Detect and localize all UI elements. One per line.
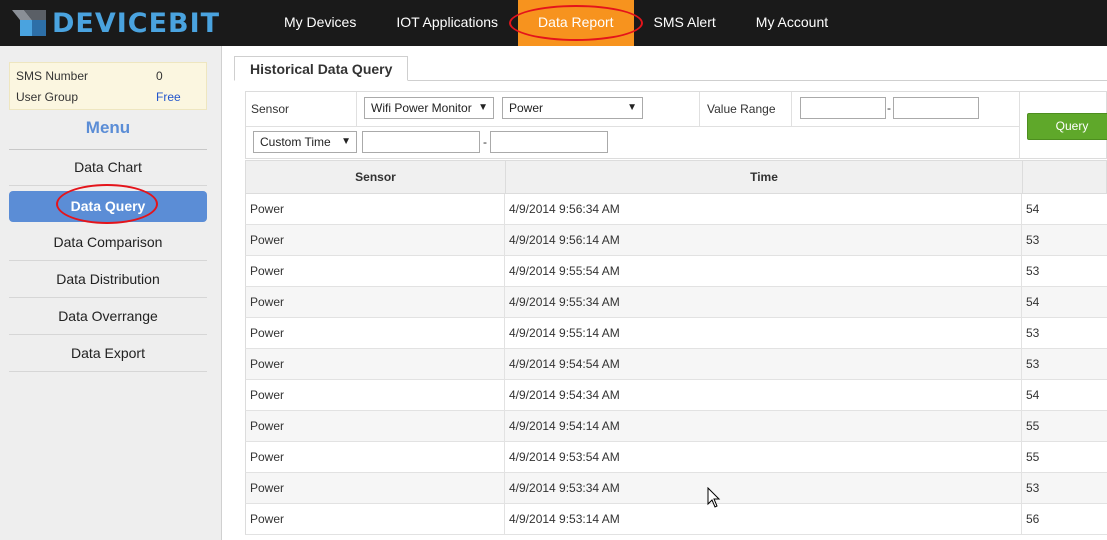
filter-divider [246,126,1020,127]
brand-name: DEVICEBIT [52,7,221,39]
table-row: Power 4/9/2014 9:54:54 AM 53 [245,349,1107,380]
devicebit-logo-icon [12,10,46,36]
cell-value: 53 [1026,326,1040,340]
cell-time: 4/9/2014 9:55:54 AM [505,256,1022,286]
table-row: Power 4/9/2014 9:56:14 AM 53 [245,225,1107,256]
cell-value: 53 [1026,481,1040,495]
cell-sensor: Power [246,380,505,410]
cell-time: 4/9/2014 9:55:34 AM [505,287,1022,317]
nav-my-account[interactable]: My Account [736,0,848,46]
user-group-label: User Group [16,90,79,104]
range-dash: - [887,101,891,115]
value-range-label: Value Range [707,102,776,116]
column-header-sensor[interactable]: Sensor [246,161,506,193]
device-select[interactable]: Wifi Power Monitor ▼ [364,97,494,119]
cell-sensor: Power [246,256,505,286]
column-header-time[interactable]: Time [506,161,1023,193]
menu-item-data-distribution[interactable]: Data Distribution [9,262,207,298]
cell-sensor: Power [246,349,505,379]
cell-time: 4/9/2014 9:54:14 AM [505,411,1022,441]
menu-item-data-overrange[interactable]: Data Overrange [9,299,207,335]
cell-time: 4/9/2014 9:56:14 AM [505,225,1022,255]
column-header-value[interactable] [1023,161,1107,193]
user-group-row: User Group Free [16,87,204,107]
table-header: Sensor Time [245,160,1107,194]
cell-sensor: Power [246,287,505,317]
device-select-value: Wifi Power Monitor [371,101,472,115]
filter-divider [1019,126,1020,159]
user-group-value[interactable]: Free [156,87,181,107]
cell-sensor: Power [246,225,505,255]
cell-time: 4/9/2014 9:53:34 AM [505,473,1022,503]
cell-value: 56 [1026,512,1040,526]
cell-value: 55 [1026,419,1040,433]
start-time-input[interactable] [362,131,480,153]
cell-value: 54 [1026,295,1040,309]
table-row: Power 4/9/2014 9:56:34 AM 54 [245,194,1107,225]
menu-item-data-chart[interactable]: Data Chart [9,150,207,186]
cell-value: 53 [1026,264,1040,278]
cell-time: 4/9/2014 9:54:54 AM [505,349,1022,379]
query-filter-panel: Sensor Wifi Power Monitor ▼ Power ▼ Valu… [245,91,1107,159]
sensor-label: Sensor [251,102,290,116]
table-row: Power 4/9/2014 9:55:34 AM 54 [245,287,1107,318]
nav-sms-alert[interactable]: SMS Alert [634,0,736,46]
sms-number-label: SMS Number [16,69,89,83]
min-value-input[interactable] [800,97,886,119]
table-row: Power 4/9/2014 9:55:54 AM 53 [245,256,1107,287]
query-button[interactable]: Query [1027,113,1107,140]
tab-historical-data-query[interactable]: Historical Data Query [234,56,409,81]
table-row: Power 4/9/2014 9:53:34 AM 53 [245,473,1107,504]
menu-title: Menu [85,118,131,137]
time-range-select[interactable]: Custom Time ▼ [253,131,357,153]
menu-item-data-query[interactable]: Data Query [9,191,207,222]
cell-time: 4/9/2014 9:53:14 AM [505,504,1022,534]
sms-number-value: 0 [156,69,163,83]
cell-value: 54 [1026,388,1040,402]
menu-item-data-comparison[interactable]: Data Comparison [9,225,207,261]
cell-value: 53 [1026,233,1040,247]
sms-number-row: SMS Number 0 [16,66,204,86]
dropdown-arrow-icon: ▼ [627,102,637,113]
table-row: Power 4/9/2014 9:54:14 AM 55 [245,411,1107,442]
brand-logo[interactable]: DEVICEBIT [10,4,220,42]
end-time-input[interactable] [490,131,608,153]
cell-value: 53 [1026,357,1040,371]
cell-sensor: Power [246,411,505,441]
table-row: Power 4/9/2014 9:55:14 AM 53 [245,318,1107,349]
menu-item-data-export[interactable]: Data Export [9,336,207,372]
nav-iot-applications[interactable]: IOT Applications [376,0,518,46]
cell-value: 55 [1026,450,1040,464]
cell-time: 4/9/2014 9:53:54 AM [505,442,1022,472]
time-dash: - [483,135,487,149]
cell-time: 4/9/2014 9:55:14 AM [505,318,1022,348]
max-value-input[interactable] [893,97,979,119]
top-navigation-bar: DEVICEBIT My Devices IOT Applications Da… [0,0,1107,46]
dropdown-arrow-icon: ▼ [341,136,351,147]
main-content: Historical Data Query Sensor Wifi Power … [234,46,1107,540]
nav-data-report[interactable]: Data Report [518,0,634,46]
mouse-pointer-icon [707,487,721,508]
account-info-box: SMS Number 0 User Group Free [9,62,207,110]
cell-value: 54 [1026,202,1040,216]
cell-time: 4/9/2014 9:56:34 AM [505,194,1022,224]
table-row: Power 4/9/2014 9:53:14 AM 56 [245,504,1107,535]
table-row: Power 4/9/2014 9:53:54 AM 55 [245,442,1107,473]
nav-my-devices[interactable]: My Devices [264,0,376,46]
main-nav: My Devices IOT Applications Data Report … [264,0,848,46]
cell-sensor: Power [246,318,505,348]
cell-sensor: Power [246,504,505,534]
sensor-select-value: Power [509,101,544,115]
cell-sensor: Power [246,194,505,224]
cell-sensor: Power [246,473,505,503]
cell-sensor: Power [246,442,505,472]
dropdown-arrow-icon: ▼ [478,102,488,113]
time-range-select-value: Custom Time [260,135,331,149]
sensor-select[interactable]: Power ▼ [502,97,643,119]
cell-time: 4/9/2014 9:54:34 AM [505,380,1022,410]
table-row: Power 4/9/2014 9:54:34 AM 54 [245,380,1107,411]
sidebar: SMS Number 0 User Group Free Menu Data C… [0,46,222,540]
